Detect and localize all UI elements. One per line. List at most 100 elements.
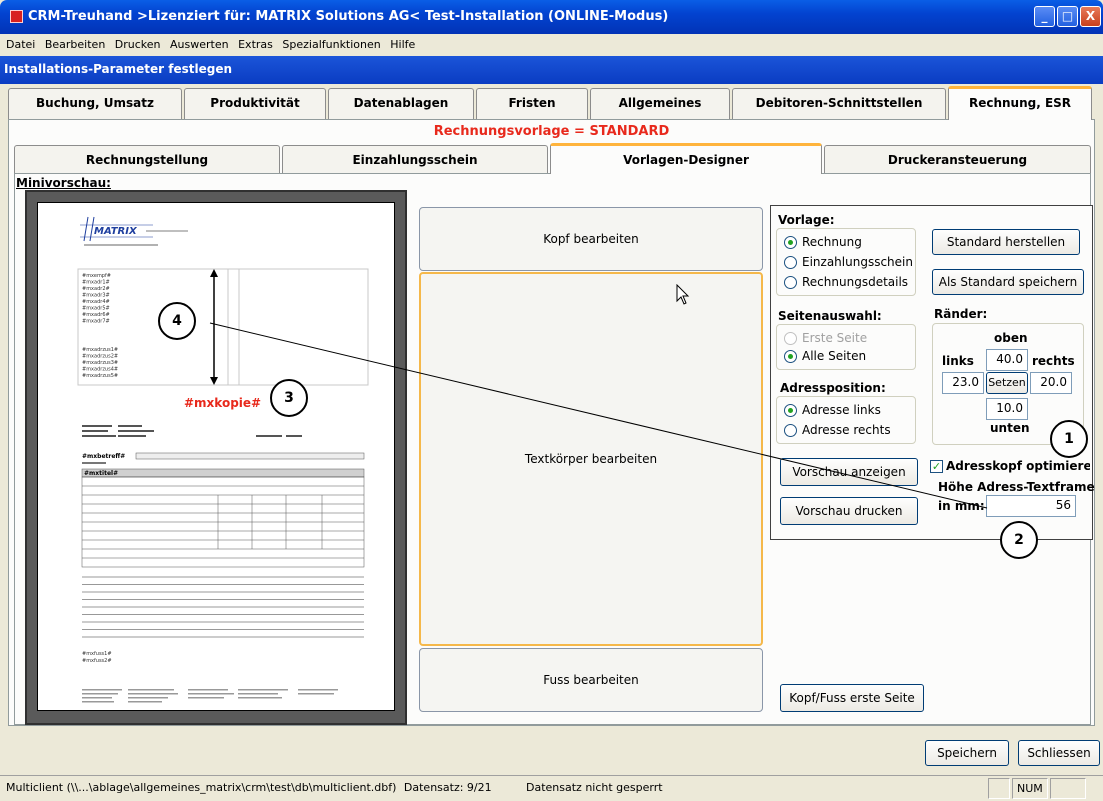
in-mm-label: in mm:	[938, 499, 985, 513]
radio-einzahlungsschein[interactable]	[784, 256, 797, 269]
subwindow-title: Installations-Parameter festlegen	[0, 56, 1103, 84]
menu-datei[interactable]: Datei	[0, 34, 38, 51]
radio-adresse-links[interactable]	[784, 404, 797, 417]
preview-address-field: #mxadrzus1#	[82, 347, 118, 353]
preview-address-field: #mxadr4#	[82, 299, 110, 305]
status-panel-empty-2	[1050, 778, 1086, 799]
preview-logo: MATRIX	[80, 216, 188, 246]
standard-herstellen-button[interactable]: Standard herstellen	[932, 229, 1080, 255]
tab-rechnung-esr[interactable]: Rechnung, ESR	[948, 86, 1092, 120]
maximize-button[interactable]: □	[1057, 6, 1078, 27]
raender-label: Ränder:	[934, 307, 988, 321]
adresskopf-optimieren-checkbox[interactable]: ✓	[930, 460, 943, 473]
tab-datenablagen[interactable]: Datenablagen	[328, 88, 474, 119]
radio-alle-seiten-label[interactable]: Alle Seiten	[802, 349, 866, 363]
status-panel-empty	[988, 778, 1010, 799]
rand-oben-input[interactable]: 40.0	[986, 349, 1028, 371]
preview-logo-text: MATRIX	[94, 226, 138, 237]
vorschau-anzeigen-button[interactable]: Vorschau anzeigen	[780, 458, 918, 486]
status-lock: Datensatz nicht gesperrt	[526, 781, 663, 794]
tab-allgemeines[interactable]: Allgemeines	[590, 88, 730, 119]
menu-drucken[interactable]: Drucken	[112, 34, 164, 51]
minimize-button[interactable]: _	[1034, 6, 1055, 27]
preview-fuss1: #mxfuss1#	[82, 651, 112, 657]
adresskopf-optimieren-label[interactable]: Adresskopf optimieren	[946, 459, 1090, 473]
preview-address-field: #mxadr1#	[82, 280, 110, 286]
radio-rechnung[interactable]	[784, 236, 797, 249]
tab-einzahlungsschein[interactable]: Einzahlungsschein	[282, 145, 548, 173]
tab-rechnungstellung[interactable]: Rechnungstellung	[14, 145, 280, 173]
preview-address-field: #mxadrzus2#	[82, 354, 118, 360]
menu-hilfe[interactable]: Hilfe	[387, 34, 418, 51]
radio-adresse-rechts-label[interactable]: Adresse rechts	[802, 423, 891, 437]
status-num: NUM	[1012, 778, 1048, 799]
annotation-circle-1: 1	[1050, 420, 1088, 458]
status-path-text: Multiclient (\\...\ablage\allgemeines_ma…	[6, 781, 397, 794]
annotation-circle-4: 4	[158, 302, 196, 340]
vorschau-drucken-button[interactable]: Vorschau drucken	[780, 497, 918, 525]
textkoerper-bearbeiten-button[interactable]: Textkörper bearbeiten	[419, 272, 763, 646]
setzen-button[interactable]: Setzen	[986, 372, 1028, 394]
kopf-fuss-erste-seite-button[interactable]: Kopf/Fuss erste Seite	[780, 684, 924, 712]
app-icon	[10, 10, 23, 23]
menu-bearbeiten[interactable]: Bearbeiten	[42, 34, 108, 51]
status-datensatz: Datensatz: 9/21	[403, 781, 492, 794]
radio-rechnungsdetails-label[interactable]: Rechnungsdetails	[802, 275, 908, 289]
tab-fristen[interactable]: Fristen	[476, 88, 588, 119]
status-bar: Multiclient (\\...\ablage\allgemeines_ma…	[0, 775, 1103, 801]
adressposition-label: Adressposition:	[780, 381, 886, 395]
rand-links-input[interactable]: 23.0	[942, 372, 984, 394]
annotation-circle-3: 3	[270, 379, 308, 417]
preview-address-field: #mxadr6#	[82, 312, 110, 318]
minivorschau-label: Minivorschau:	[16, 176, 111, 190]
tab-druckeransteuerung[interactable]: Druckeransteuerung	[824, 145, 1091, 173]
status-path: Multiclient (\\...\ablage\allgemeines_ma…	[2, 778, 512, 799]
kopf-bearbeiten-button[interactable]: Kopf bearbeiten	[419, 207, 763, 271]
preview-address-field: #mxadrzus5#	[82, 373, 118, 379]
preview-address-field: #mxadr3#	[82, 293, 110, 299]
mouse-cursor-icon	[676, 284, 690, 305]
preview-address-field: #mxempf#	[82, 273, 111, 279]
raender-rechts-label: rechts	[1032, 354, 1075, 368]
tab-produktivitaet[interactable]: Produktivität	[184, 88, 326, 119]
menu-spezialfunktionen[interactable]: Spezialfunktionen	[279, 34, 383, 51]
menu-auswerten[interactable]: Auswerten	[167, 34, 232, 51]
radio-adresse-links-label[interactable]: Adresse links	[802, 403, 881, 417]
preview-address-field: #mxadr7#	[82, 319, 110, 325]
hoehe-adress-textframe-input[interactable]: 56	[986, 495, 1076, 517]
menu-extras[interactable]: Extras	[235, 34, 276, 51]
close-button[interactable]: X	[1080, 6, 1101, 27]
speichern-button[interactable]: Speichern	[925, 740, 1009, 766]
radio-alle-seiten[interactable]	[784, 350, 797, 363]
vorlage-label: Vorlage:	[778, 213, 835, 227]
vorlage-title: Rechnungsvorlage = STANDARD	[433, 124, 670, 139]
radio-rechnungsdetails[interactable]	[784, 276, 797, 289]
preview-titel: #mxtitel#	[84, 470, 118, 477]
radio-adresse-rechts[interactable]	[784, 424, 797, 437]
hoehe-adress-textframe-label: Höhe Adress-Textframe	[938, 480, 1095, 494]
window-title: CRM-Treuhand >Lizenziert für: MATRIX Sol…	[28, 9, 669, 24]
preview-kopie-label: #mxkopie#	[184, 396, 261, 410]
radio-einzahlungsschein-label[interactable]: Einzahlungsschein	[802, 255, 913, 269]
raender-unten-label: unten	[990, 421, 1030, 435]
tab-buchung-umsatz[interactable]: Buchung, Umsatz	[8, 88, 182, 119]
annotation-circle-2: 2	[1000, 521, 1038, 559]
radio-rechnung-label[interactable]: Rechnung	[802, 235, 862, 249]
preview-address-field: #mxadrzus3#	[82, 360, 118, 366]
raender-oben-label: oben	[994, 331, 1028, 345]
preview-page-graphic: MATRIX #mxempf##mxadr1##mxadr2##mxadr3##…	[77, 216, 369, 703]
radio-erste-seite-label[interactable]: Erste Seite	[802, 331, 867, 345]
rand-unten-input[interactable]: 10.0	[986, 398, 1028, 420]
tab-vorlagen-designer[interactable]: Vorlagen-Designer	[550, 143, 822, 174]
radio-erste-seite[interactable]	[784, 332, 797, 345]
preview-fuss2: #mxfuss2#	[82, 658, 112, 664]
rand-rechts-input[interactable]: 20.0	[1030, 372, 1072, 394]
als-standard-speichern-button[interactable]: Als Standard speichern	[932, 269, 1084, 295]
preview-address-field: #mxadr5#	[82, 306, 110, 312]
tab-debitoren-schnittstellen[interactable]: Debitoren-Schnittstellen	[732, 88, 946, 119]
preview-page: MATRIX #mxempf# #mxadr1# #mxadr2# #mxadr3# #…	[37, 202, 395, 711]
fuss-bearbeiten-button[interactable]: Fuss bearbeiten	[419, 648, 763, 712]
schliessen-button[interactable]: Schliessen	[1018, 740, 1100, 766]
window-titlebar[interactable]: CRM-Treuhand >Lizenziert für: MATRIX Sol…	[0, 0, 1103, 34]
preview-address-field: #mxadrzus4#	[82, 367, 118, 373]
